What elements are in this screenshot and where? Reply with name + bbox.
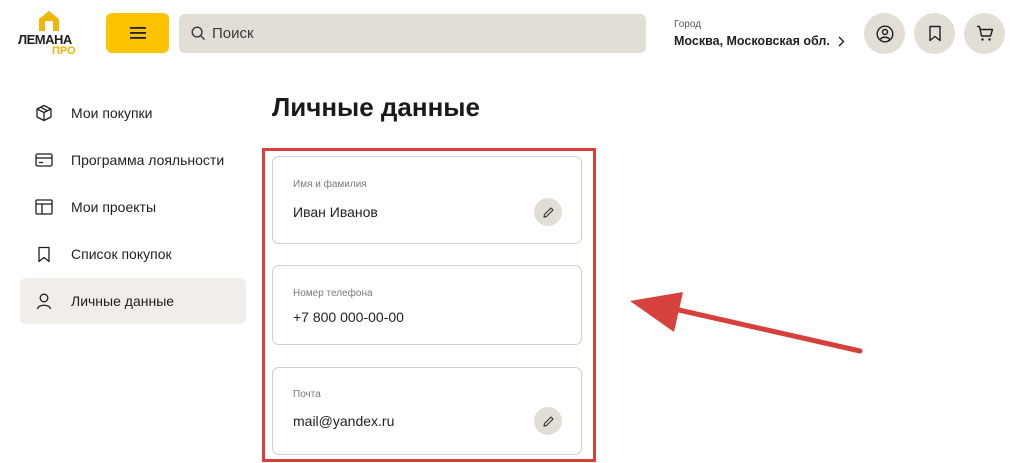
user-icon bbox=[875, 24, 894, 43]
cart-icon bbox=[976, 25, 993, 41]
favorites-button[interactable] bbox=[914, 13, 955, 54]
sidebar-item-label: Мои покупки bbox=[71, 105, 153, 121]
annotation-highlight-box bbox=[262, 148, 596, 462]
cart-button[interactable] bbox=[964, 13, 1005, 54]
city-selector[interactable]: Город Москва, Московская обл. bbox=[674, 19, 845, 48]
account-sidebar: Мои покупки Программа лояльности Мои про… bbox=[20, 90, 246, 325]
card-icon bbox=[34, 150, 54, 170]
sidebar-item-label: Мои проекты bbox=[71, 199, 157, 215]
sidebar-item-shopping-list[interactable]: Список покупок bbox=[20, 231, 246, 277]
profile-button[interactable] bbox=[864, 13, 905, 54]
sidebar-item-label: Программа лояльности bbox=[71, 152, 225, 168]
city-value: Москва, Московская обл. bbox=[674, 34, 830, 48]
sidebar-item-label: Список покупок bbox=[71, 246, 172, 262]
bookmark-icon bbox=[34, 244, 54, 264]
page-title: Личные данные bbox=[272, 92, 480, 122]
annotation-arrow bbox=[630, 292, 863, 354]
user-icon bbox=[34, 291, 54, 311]
search-bar[interactable] bbox=[179, 14, 646, 53]
bookmark-icon bbox=[928, 25, 941, 42]
hamburger-icon bbox=[129, 27, 146, 39]
box-icon bbox=[34, 103, 54, 123]
sidebar-item-loyalty[interactable]: Программа лояльности bbox=[20, 137, 246, 183]
menu-button[interactable] bbox=[106, 13, 169, 53]
search-icon bbox=[191, 26, 206, 41]
sidebar-item-purchases[interactable]: Мои покупки bbox=[20, 90, 246, 136]
city-label: Город bbox=[674, 19, 702, 30]
sidebar-item-label: Личные данные bbox=[71, 293, 175, 309]
layout-icon bbox=[34, 197, 54, 217]
chevron-right-icon bbox=[838, 36, 845, 46]
sidebar-item-projects[interactable]: Мои проекты bbox=[20, 184, 246, 230]
logo-house-icon bbox=[39, 11, 59, 31]
sidebar-item-personal-data[interactable]: Личные данные bbox=[20, 278, 246, 324]
logo-subtext: ПРО bbox=[52, 45, 76, 57]
search-input[interactable] bbox=[212, 25, 632, 42]
logo[interactable]: ЛЕМАНА ПРО bbox=[18, 10, 80, 58]
